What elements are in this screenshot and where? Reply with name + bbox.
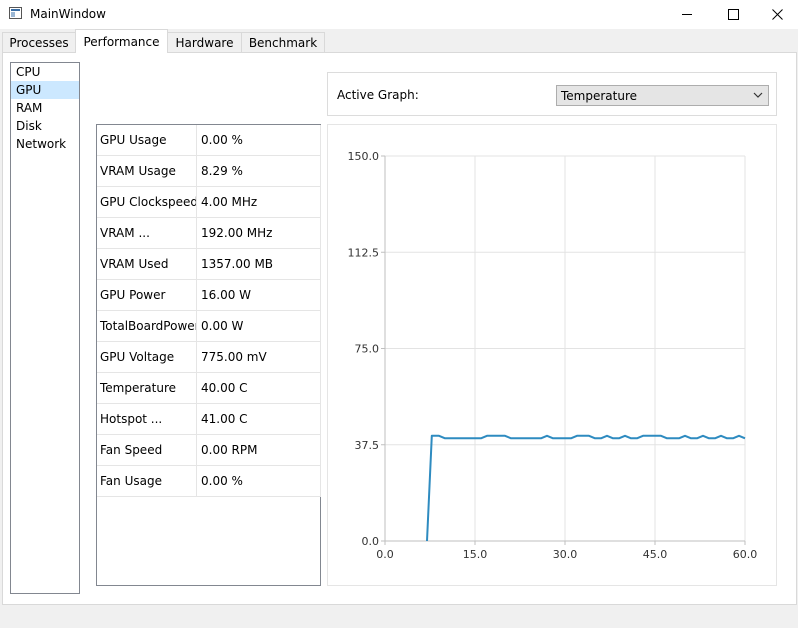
table-row[interactable]: TotalBoardPower 0.00 W xyxy=(97,311,320,342)
status-bar xyxy=(0,607,798,628)
table-row[interactable]: GPU Usage 0.00 % xyxy=(97,125,320,156)
chevron-down-icon xyxy=(753,92,763,98)
title-bar: MainWindow xyxy=(0,0,798,29)
close-icon xyxy=(771,9,783,20)
maximize-icon xyxy=(727,9,739,20)
device-item-gpu[interactable]: GPU xyxy=(11,81,79,99)
table-row[interactable]: VRAM ... 192.00 MHz xyxy=(97,218,320,249)
y-tick-label: 37.5 xyxy=(355,439,380,452)
stat-value: 41.00 C xyxy=(201,412,248,426)
gpu-stats-table[interactable]: GPU Usage 0.00 % VRAM Usage 8.29 % GPU Clo… xyxy=(96,124,321,586)
stat-key: GPU Usage xyxy=(97,125,197,155)
device-item-network[interactable]: Network xyxy=(11,135,79,153)
table-row[interactable]: Temperature 40.00 C xyxy=(97,373,320,404)
minimize-button[interactable] xyxy=(664,0,710,29)
tab-bar: Processes Performance Hardware Benchmark xyxy=(0,29,798,53)
y-tick-label: 75.0 xyxy=(355,343,380,356)
stat-value: 40.00 C xyxy=(201,381,248,395)
stat-key: Hotspot ... xyxy=(97,404,197,434)
tab-label: Processes xyxy=(9,35,69,50)
active-graph-select[interactable]: Temperature xyxy=(556,85,769,106)
table-row[interactable]: Fan Speed 0.00 RPM xyxy=(97,435,320,466)
x-tick-label: 60.0 xyxy=(733,548,758,561)
device-item-disk[interactable]: Disk xyxy=(11,117,79,135)
stat-value: 8.29 % xyxy=(201,164,243,178)
table-row[interactable]: VRAM Used 1357.00 MB xyxy=(97,249,320,280)
stat-value: 16.00 W xyxy=(201,288,252,302)
tab-hardware[interactable]: Hardware xyxy=(167,32,242,52)
tab-label: Hardware xyxy=(175,35,234,50)
stat-key: VRAM Used xyxy=(97,249,197,279)
device-item-ram[interactable]: RAM xyxy=(11,99,79,117)
stats-rows: GPU Usage 0.00 % VRAM Usage 8.29 % GPU Clo… xyxy=(97,125,321,497)
tab-label: Performance xyxy=(83,34,160,49)
stat-key: VRAM ... xyxy=(97,218,197,248)
stat-key: Fan Usage xyxy=(97,466,197,496)
minimize-icon xyxy=(682,14,692,15)
app-window-icon xyxy=(9,7,22,19)
stat-value: 0.00 % xyxy=(201,133,243,147)
x-tick-label: 45.0 xyxy=(643,548,668,561)
table-row[interactable]: Fan Usage 0.00 % xyxy=(97,466,320,497)
stat-key: GPU Clockspeed xyxy=(97,187,197,217)
active-graph-label: Active Graph: xyxy=(337,88,419,102)
stat-key: TotalBoardPower xyxy=(97,311,197,341)
x-tick-label: 30.0 xyxy=(553,548,578,561)
stat-value: 0.00 W xyxy=(201,319,244,333)
x-tick-label: 15.0 xyxy=(463,548,488,561)
window-title: MainWindow xyxy=(30,7,106,21)
stat-key: GPU Power xyxy=(97,280,197,310)
x-tick-label: 0.0 xyxy=(376,548,394,561)
stat-key: Fan Speed xyxy=(97,435,197,465)
tab-label: Benchmark xyxy=(248,35,318,50)
graph-panel: 0.0 37.5 75.0 112.5 150.0 0.0 15.0 30.0 45.0 60.0 xyxy=(327,124,777,586)
tab-processes[interactable]: Processes xyxy=(2,32,76,52)
temperature-chart: 0.0 37.5 75.0 112.5 150.0 0.0 15.0 30.0 45.0 60.0 xyxy=(348,150,758,561)
stat-value: 1357.00 MB xyxy=(201,257,274,271)
stat-value: 192.00 MHz xyxy=(201,226,273,240)
y-tick-label: 112.5 xyxy=(348,246,380,259)
stat-key: GPU Voltage xyxy=(97,342,197,372)
stat-value: 775.00 mV xyxy=(201,350,267,364)
table-row[interactable]: GPU Voltage 775.00 mV xyxy=(97,342,320,373)
stat-value: 0.00 RPM xyxy=(201,443,258,457)
stat-value: 0.00 % xyxy=(201,474,243,488)
tab-benchmark[interactable]: Benchmark xyxy=(241,32,325,52)
table-row[interactable]: VRAM Usage 8.29 % xyxy=(97,156,320,187)
tab-performance[interactable]: Performance xyxy=(75,29,168,53)
stat-value: 4.00 MHz xyxy=(201,195,258,209)
table-row[interactable]: GPU Clockspeed 4.00 MHz xyxy=(97,187,320,218)
y-tick-label: 0.0 xyxy=(362,535,380,548)
table-row[interactable]: Hotspot ... 41.00 C xyxy=(97,404,320,435)
device-list[interactable]: CPU GPU RAM Disk Network xyxy=(10,62,80,594)
stat-key: VRAM Usage xyxy=(97,156,197,186)
active-graph-group: Active Graph: Temperature xyxy=(327,72,777,116)
table-row[interactable]: GPU Power 16.00 W xyxy=(97,280,320,311)
active-graph-value: Temperature xyxy=(561,89,638,103)
y-tick-label: 150.0 xyxy=(348,150,380,163)
device-item-cpu[interactable]: CPU xyxy=(11,63,79,81)
stat-key: Temperature xyxy=(97,373,197,403)
close-button[interactable] xyxy=(754,0,798,29)
maximize-button[interactable] xyxy=(710,0,756,29)
